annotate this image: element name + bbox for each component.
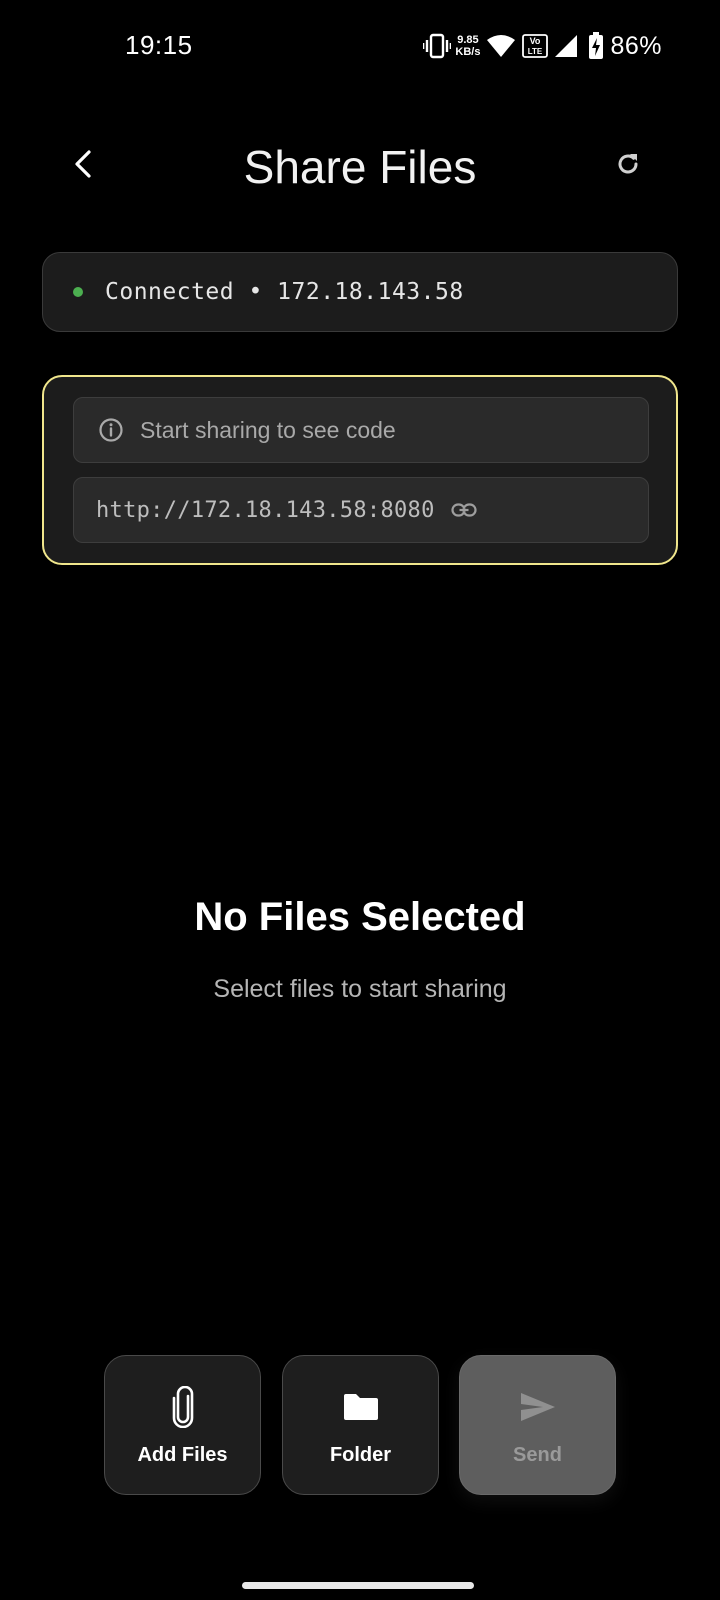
volte-bottom-text: LTE — [528, 47, 543, 56]
info-icon — [98, 417, 124, 443]
add-files-label: Add Files — [137, 1443, 228, 1466]
vibrate-icon — [423, 33, 452, 59]
share-info-panel: Start sharing to see code http://172.18.… — [42, 375, 678, 565]
net-speed-value: 9.85 — [457, 34, 479, 46]
empty-state-subtitle: Select files to start sharing — [213, 975, 507, 1003]
send-button[interactable]: Send — [459, 1355, 616, 1495]
paperclip-icon — [171, 1384, 195, 1430]
battery-percent: 86% — [610, 31, 662, 60]
folder-icon — [342, 1384, 380, 1430]
status-icons: 9.85 KB/s Vo LTE 86% — [423, 28, 662, 64]
connection-status-card: Connected • 172.18.143.58 — [42, 252, 678, 332]
link-icon[interactable] — [451, 502, 477, 518]
refresh-button[interactable] — [606, 144, 650, 188]
share-files-screen: 19:15 9.85 KB/s Vo LTE 86% Share Files C… — [0, 0, 720, 1600]
connection-status-dot — [73, 287, 83, 297]
net-speed-unit: KB/s — [455, 46, 481, 58]
app-header: Share Files — [0, 130, 720, 210]
empty-state-title: No Files Selected — [194, 895, 526, 939]
share-code-box: Start sharing to see code — [73, 397, 649, 463]
share-url-box[interactable]: http://172.18.143.58:8080 — [73, 477, 649, 543]
status-bar: 19:15 9.85 KB/s Vo LTE 86% — [0, 0, 720, 90]
volte-top-text: Vo — [530, 36, 541, 46]
share-url-text: http://172.18.143.58:8080 — [96, 497, 435, 523]
folder-button[interactable]: Folder — [282, 1355, 439, 1495]
send-label: Send — [513, 1443, 562, 1466]
net-speed: 9.85 KB/s — [455, 34, 480, 58]
refresh-icon — [615, 151, 641, 182]
folder-label: Folder — [329, 1443, 392, 1466]
send-icon — [519, 1384, 557, 1430]
connection-status-text: Connected • 172.18.143.58 — [105, 279, 464, 305]
wifi-icon — [486, 34, 516, 58]
signal-icon — [554, 34, 578, 58]
volte-icon: Vo LTE — [522, 34, 549, 58]
add-files-button[interactable]: Add Files — [104, 1355, 261, 1495]
gesture-nav-bar[interactable] — [242, 1582, 474, 1589]
battery-charging-icon — [588, 32, 604, 60]
status-time: 19:15 — [125, 30, 193, 60]
share-code-hint: Start sharing to see code — [140, 416, 396, 443]
